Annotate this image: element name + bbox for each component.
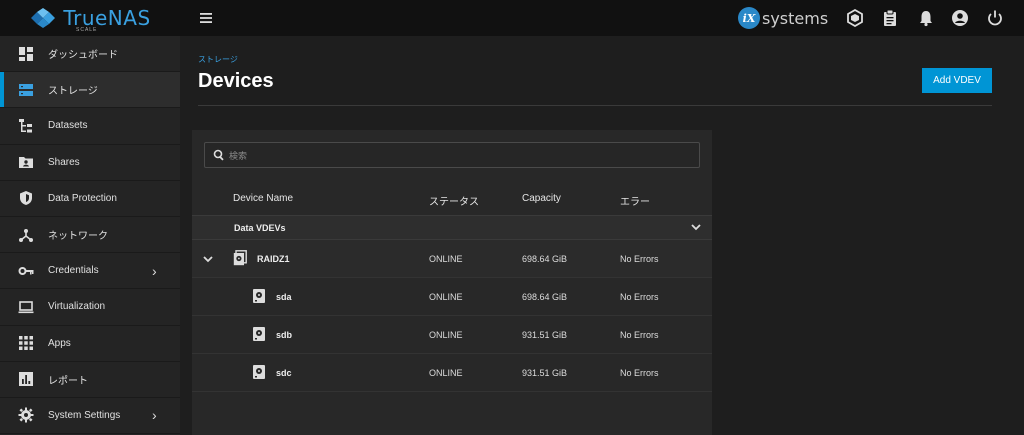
menu-icon[interactable] xyxy=(198,10,214,26)
chart-icon xyxy=(19,372,33,387)
table-row[interactable]: RAIDZ1 ONLINE 698.64 GiB No Errors xyxy=(192,240,712,278)
sidebar-item-apps[interactable]: Apps xyxy=(0,326,180,362)
shield-icon xyxy=(20,191,32,206)
sidebar-item-label: Credentials xyxy=(48,265,99,277)
device-capacity: 931.51 GiB xyxy=(522,368,568,378)
sidebar-item-system-settings[interactable]: System Settings › xyxy=(0,398,180,435)
clipboard-icon[interactable] xyxy=(881,9,899,27)
page-title: Devices xyxy=(198,70,274,92)
device-capacity: 698.64 GiB xyxy=(522,254,568,264)
datasets-icon xyxy=(19,118,32,133)
device-status: ONLINE xyxy=(429,292,463,302)
truenas-logo-icon xyxy=(31,8,56,28)
sidebar-item-label: ダッシュボード xyxy=(48,50,118,62)
chevron-right-icon: › xyxy=(152,407,157,424)
devices-card: 検索 Device Name ステータス Capacity エラー Data V… xyxy=(192,130,712,435)
sidebar-item-label: ネットワーク xyxy=(48,231,108,243)
main-content: ストレージ Devices Add VDEV 検索 Device Name ステ… xyxy=(180,36,1014,435)
search-icon xyxy=(213,149,224,161)
search-placeholder: 検索 xyxy=(229,151,248,161)
truecommand-icon[interactable] xyxy=(846,9,864,27)
vdev-icon xyxy=(233,250,247,266)
device-status: ONLINE xyxy=(429,330,463,340)
device-errors: No Errors xyxy=(620,254,659,264)
apps-grid-icon xyxy=(19,336,33,351)
sidebar: ダッシュボード ストレージ Datasets Shares Data Prote… xyxy=(0,36,180,435)
power-icon[interactable] xyxy=(986,9,1004,27)
sidebar-item-reports[interactable]: レポート xyxy=(0,362,180,398)
logo-subtitle: SCALE xyxy=(76,27,98,33)
search-input[interactable]: 検索 xyxy=(204,142,700,168)
sidebar-item-label: ストレージ xyxy=(48,86,98,98)
sidebar-item-label: Shares xyxy=(48,156,80,168)
disk-icon xyxy=(253,289,265,303)
disk-icon xyxy=(253,365,265,379)
laptop-icon xyxy=(18,301,34,314)
group-row-data-vdevs[interactable]: Data VDEVs xyxy=(192,216,712,240)
sidebar-item-label: Virtualization xyxy=(48,301,106,313)
sidebar-item-dashboard[interactable]: ダッシュボード xyxy=(0,36,180,73)
table-row[interactable]: sdb ONLINE 931.51 GiB No Errors xyxy=(192,316,712,354)
column-header-errors: エラー xyxy=(620,197,650,208)
account-icon[interactable] xyxy=(951,9,969,27)
shares-icon xyxy=(19,157,33,169)
sidebar-item-label: System Settings xyxy=(48,409,121,421)
sidebar-item-shares[interactable]: Shares xyxy=(0,145,180,181)
device-status: ONLINE xyxy=(429,254,463,264)
storage-icon xyxy=(19,83,33,96)
bell-icon[interactable] xyxy=(917,9,935,27)
column-header-status: ステータス xyxy=(429,197,479,208)
ix-text: systems xyxy=(762,8,829,28)
sidebar-item-datasets[interactable]: Datasets xyxy=(0,108,180,145)
group-label: Data VDEVs xyxy=(234,223,286,233)
chevron-down-icon[interactable] xyxy=(690,221,702,233)
dashboard-icon xyxy=(19,46,33,61)
gear-icon xyxy=(18,407,34,423)
chevron-down-icon[interactable] xyxy=(202,253,214,265)
top-bar: TrueNAS SCALE iX systems xyxy=(0,0,1024,36)
table-row[interactable]: sdc ONLINE 931.51 GiB No Errors xyxy=(192,354,712,392)
table-header: Device Name ステータス Capacity エラー xyxy=(192,180,712,216)
network-icon xyxy=(19,228,33,242)
table-row[interactable]: sda ONLINE 698.64 GiB No Errors xyxy=(192,278,712,316)
sidebar-item-data-protection[interactable]: Data Protection xyxy=(0,181,180,217)
column-header-device-name: Device Name xyxy=(233,193,294,204)
sidebar-item-label: Apps xyxy=(48,337,71,349)
device-name: sda xyxy=(276,292,292,302)
sidebar-item-credentials[interactable]: Credentials › xyxy=(0,253,180,290)
device-capacity: 698.64 GiB xyxy=(522,292,568,302)
device-errors: No Errors xyxy=(620,330,659,340)
breadcrumb[interactable]: ストレージ xyxy=(198,54,238,65)
device-name: sdb xyxy=(276,330,293,340)
disk-icon xyxy=(253,327,265,341)
column-header-capacity: Capacity xyxy=(522,193,561,204)
device-name: sdc xyxy=(276,368,292,378)
device-capacity: 931.51 GiB xyxy=(522,330,568,340)
logo[interactable]: TrueNAS SCALE xyxy=(0,0,180,36)
sidebar-item-network[interactable]: ネットワーク xyxy=(0,217,180,254)
add-vdev-button[interactable]: Add VDEV xyxy=(922,68,992,93)
chevron-right-icon: › xyxy=(152,262,157,279)
key-icon xyxy=(18,266,34,275)
sidebar-item-virtualization[interactable]: Virtualization xyxy=(0,289,180,326)
sidebar-item-label: Data Protection xyxy=(48,192,117,204)
sidebar-item-label: レポート xyxy=(48,375,88,387)
device-errors: No Errors xyxy=(620,292,659,302)
ixsystems-logo[interactable]: iX systems xyxy=(738,7,828,29)
sidebar-item-storage[interactable]: ストレージ xyxy=(0,72,180,109)
device-status: ONLINE xyxy=(429,368,463,378)
sidebar-item-label: Datasets xyxy=(48,120,88,132)
device-errors: No Errors xyxy=(620,368,659,378)
device-name: RAIDZ1 xyxy=(257,254,290,264)
divider xyxy=(198,105,992,106)
ix-badge: iX xyxy=(738,7,760,29)
